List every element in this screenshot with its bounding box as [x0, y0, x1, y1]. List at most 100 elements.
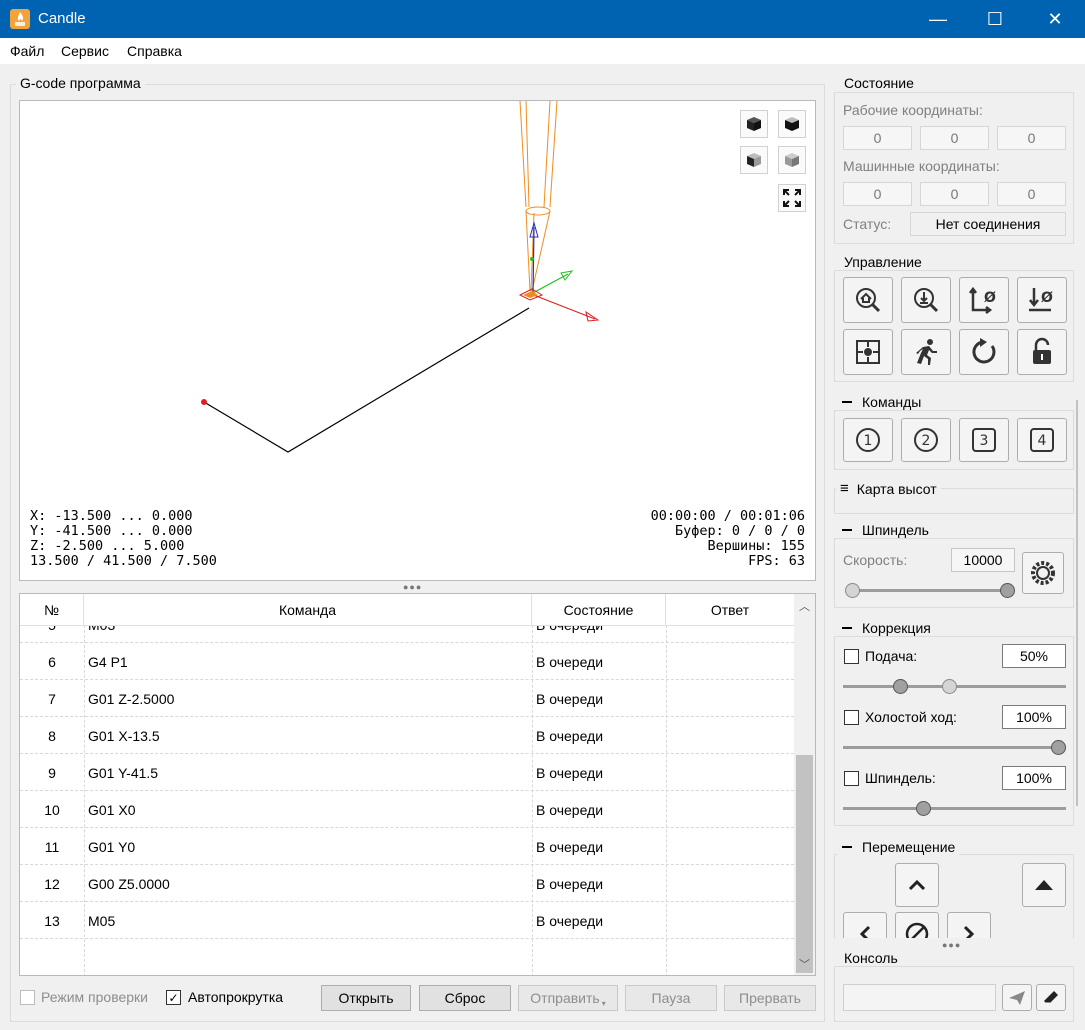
rapid-override-checkbox[interactable]	[844, 710, 859, 725]
zero-z-button[interactable]: Ø	[1017, 277, 1067, 323]
minimize-button[interactable]: —	[913, 0, 963, 38]
reset-button[interactable]: Сброс	[419, 985, 511, 1011]
correction-title[interactable]: Коррекция	[838, 620, 935, 636]
jog-z-plus-button[interactable]	[1022, 863, 1066, 907]
collapse-icon	[842, 627, 852, 629]
zero-xy-button[interactable]: Ø	[959, 277, 1009, 323]
table-row[interactable]: 10 G01 X0 В очереди	[20, 790, 794, 827]
menu-service[interactable]: Сервис	[61, 43, 109, 59]
console-splitter-handle[interactable]: ●●●	[942, 940, 961, 950]
open-button[interactable]: Открыть	[321, 985, 411, 1011]
splitter-handle[interactable]: ●●●	[403, 582, 422, 592]
safe-position-button[interactable]	[901, 329, 951, 375]
toolpath-line	[203, 307, 530, 453]
maximize-button[interactable]: ☐	[970, 0, 1020, 38]
restore-origin-button[interactable]	[843, 329, 893, 375]
send-icon	[1009, 990, 1025, 1005]
svg-text:4: 4	[1038, 433, 1047, 449]
window-title: Candle	[38, 10, 86, 27]
work-x: 0	[843, 126, 912, 150]
table-row-empty[interactable]	[20, 938, 794, 975]
jog-title[interactable]: Перемещение	[838, 839, 960, 855]
abort-button[interactable]: Прервать	[724, 985, 816, 1011]
scroll-down-icon[interactable]: ﹀	[799, 956, 810, 972]
console-input[interactable]	[843, 984, 996, 1011]
candle-app-icon	[10, 9, 30, 29]
view-left-button[interactable]	[740, 146, 768, 174]
menu-file[interactable]: Файл	[10, 43, 44, 59]
feed-override-label: Подача:	[865, 648, 918, 664]
user-command-1-button[interactable]: 1	[843, 418, 893, 462]
spindle-override-slider-handle[interactable]	[915, 801, 931, 816]
svg-text:3: 3	[980, 433, 989, 449]
menu-help[interactable]: Справка	[127, 43, 182, 59]
send-button[interactable]: Отправить ▾	[518, 985, 618, 1011]
header-response[interactable]: Ответ	[666, 594, 794, 626]
cell-response	[670, 828, 790, 865]
jog-stop-button[interactable]	[895, 912, 939, 938]
spindle-slider-min[interactable]	[845, 583, 860, 598]
spindle-override-value[interactable]: 100%	[1002, 766, 1066, 790]
probe-button[interactable]	[901, 277, 951, 323]
rapid-override-value[interactable]: 100%	[1002, 705, 1066, 729]
header-num[interactable]: №	[20, 594, 84, 626]
autoscroll-checkbox[interactable]: ✓	[166, 990, 181, 1005]
table-row[interactable]: 7 G01 Z-2.5000 В очереди	[20, 679, 794, 716]
soft-reset-button[interactable]	[959, 329, 1009, 375]
console-clear-button[interactable]	[1036, 984, 1066, 1011]
commands-title[interactable]: Команды	[838, 394, 926, 410]
spindle-slider-track[interactable]	[850, 589, 1010, 592]
view-iso-button[interactable]	[778, 146, 806, 174]
heightmap-title[interactable]: ≡ Карта высот	[836, 480, 941, 497]
table-row[interactable]: 9 G01 Y-41.5 В очереди	[20, 753, 794, 790]
header-state[interactable]: Состояние	[532, 594, 666, 626]
spindle-slider-handle[interactable]	[1000, 583, 1015, 598]
table-row[interactable]: 11 G01 Y0 В очереди	[20, 827, 794, 864]
pause-button[interactable]: Пауза	[625, 985, 717, 1011]
check-mode-label: Режим проверки	[41, 989, 149, 1005]
close-button[interactable]: ✕	[1030, 0, 1080, 38]
machine-coords-label: Машинные координаты:	[843, 158, 1000, 174]
gcode-group-title: G-code программа	[16, 75, 145, 91]
table-row[interactable]: 12 G00 Z5.0000 В очереди	[20, 864, 794, 901]
fit-view-button[interactable]	[778, 184, 806, 212]
spindle-override-slider-track[interactable]	[843, 807, 1066, 810]
cube-front-icon	[785, 117, 799, 131]
console-send-button[interactable]	[1002, 984, 1032, 1011]
user-command-2-button[interactable]: 2	[901, 418, 951, 462]
unlock-button[interactable]	[1017, 329, 1067, 375]
table-row[interactable]: 13 M05 В очереди	[20, 901, 794, 938]
scroll-up-icon[interactable]: ︿	[799, 598, 810, 614]
jog-x-plus-button[interactable]	[947, 912, 991, 938]
header-command[interactable]: Команда	[84, 594, 532, 626]
gcode-table[interactable]: № Команда Состояние Ответ 5 M03 В очеред…	[19, 593, 816, 976]
jog-y-plus-button[interactable]	[895, 863, 939, 907]
table-row[interactable]: 8 G01 X-13.5 В очереди	[20, 716, 794, 753]
right-panel-scrollbar[interactable]	[1076, 400, 1078, 806]
cell-command: G01 X0	[88, 801, 136, 818]
view-front-button[interactable]	[778, 110, 806, 138]
rapid-slider-handle[interactable]	[1051, 740, 1066, 755]
check-mode-checkbox[interactable]	[20, 990, 35, 1005]
visualizer-view[interactable]: X: -13.500 ... 0.000 Y: -41.500 ... 0.00…	[19, 100, 816, 581]
feed-override-checkbox[interactable]	[844, 649, 859, 664]
y-axis	[530, 273, 569, 295]
table-scrollbar[interactable]: ︿ ﹀	[794, 594, 815, 975]
view-top-button[interactable]	[740, 110, 768, 138]
scrollbar-thumb[interactable]	[796, 754, 813, 973]
feed-slider-handle[interactable]	[892, 679, 908, 694]
spindle-override-checkbox[interactable]	[844, 771, 859, 786]
table-row[interactable]: 6 G4 P1 В очереди	[20, 642, 794, 679]
spindle-title[interactable]: Шпиндель	[838, 522, 933, 538]
jog-x-minus-button[interactable]	[843, 912, 887, 938]
feed-override-value[interactable]: 50%	[1002, 644, 1066, 668]
cube-iso-icon	[785, 153, 799, 167]
home-button[interactable]	[843, 277, 893, 323]
user-command-3-button[interactable]: 3	[959, 418, 1009, 462]
cell-state: В очереди	[536, 801, 604, 818]
user-command-4-button[interactable]: 4	[1017, 418, 1067, 462]
spindle-speed-input[interactable]: 10000	[951, 548, 1015, 572]
spindle-toggle-button[interactable]	[1022, 552, 1064, 594]
rapid-slider-track[interactable]	[843, 746, 1066, 749]
title-bar[interactable]: Candle — ☐ ✕	[0, 0, 1085, 38]
